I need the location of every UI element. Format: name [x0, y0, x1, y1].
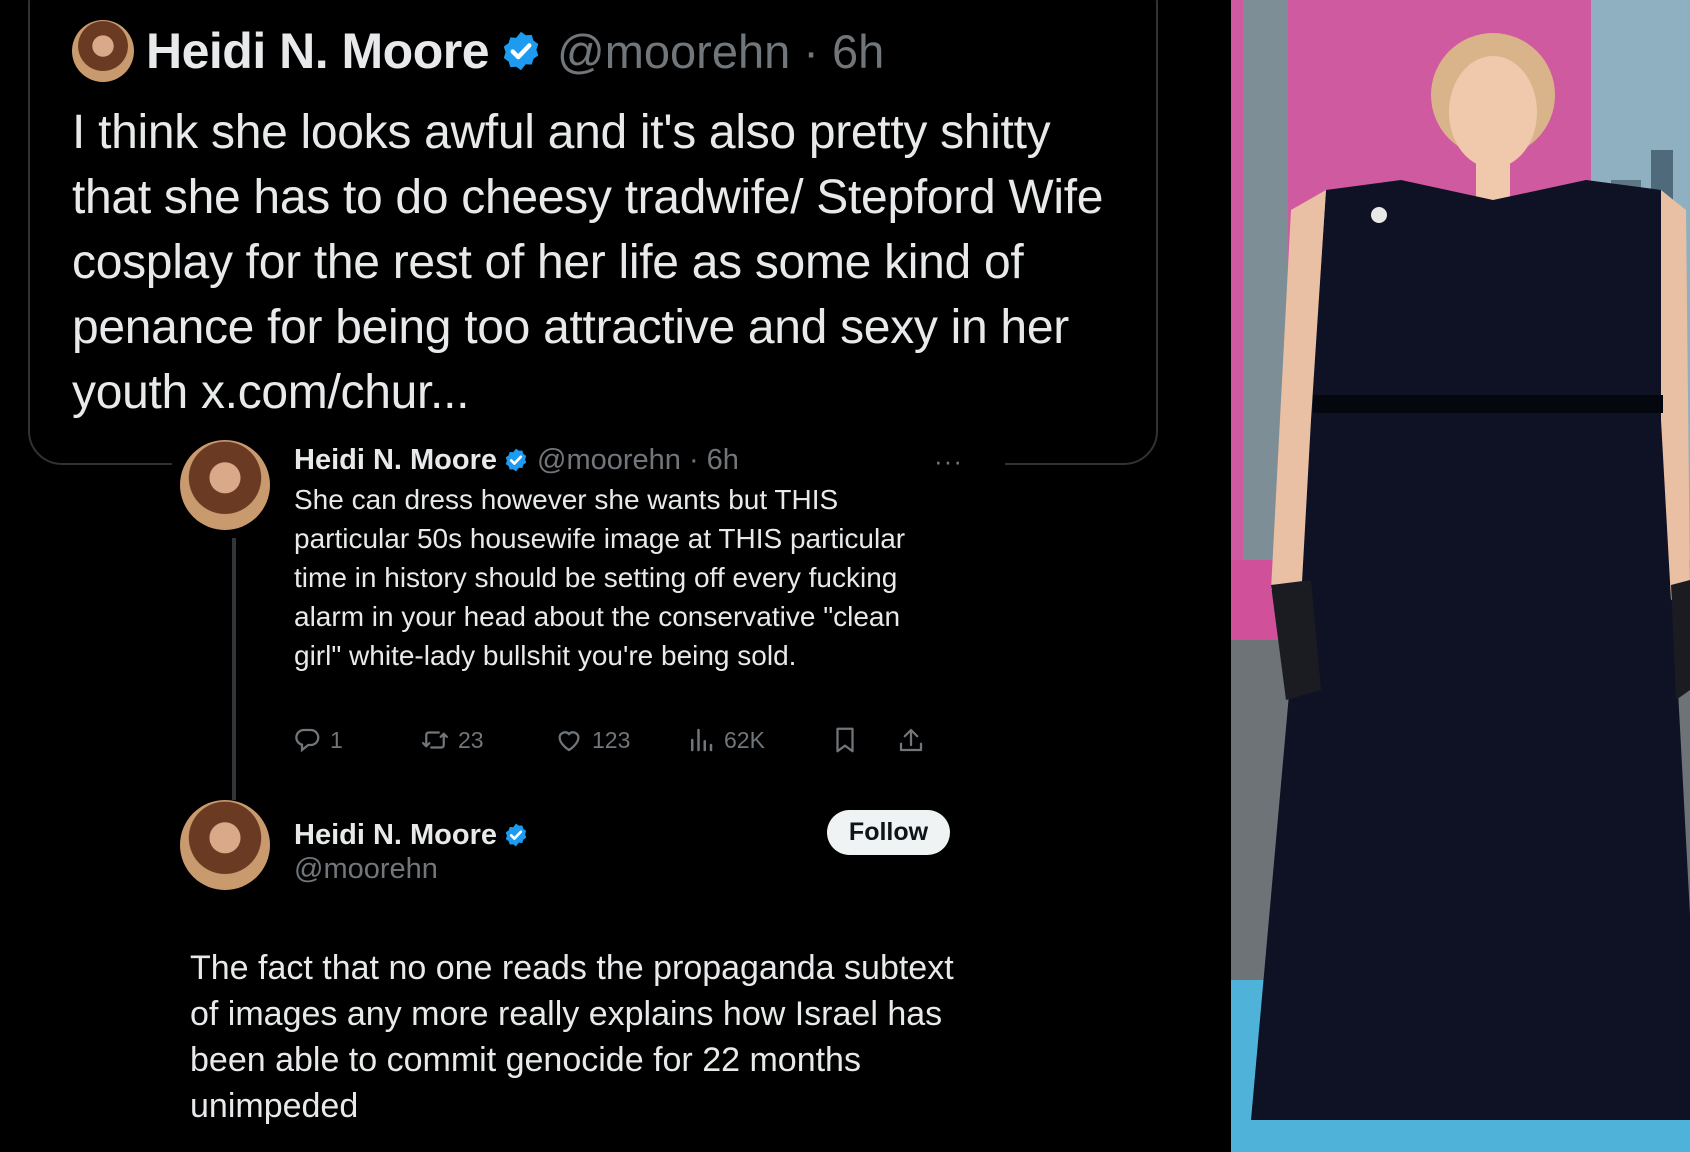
tweet-text: She can dress however she wants but THIS… — [294, 484, 906, 671]
views-count: 62K — [724, 726, 765, 753]
views-button[interactable]: 62K — [686, 725, 765, 755]
share-button[interactable] — [896, 725, 926, 755]
author-name[interactable]: Heidi N. Moore — [294, 819, 497, 852]
bookmark-icon — [836, 727, 854, 753]
photo-illustration — [1231, 0, 1690, 1152]
like-button[interactable]: 123 — [554, 725, 630, 755]
author-handle-time[interactable]: @moorehn · 6h — [557, 24, 884, 79]
author-handle[interactable]: @moorehn — [294, 853, 438, 886]
reply-icon — [295, 728, 320, 753]
avatar[interactable] — [180, 440, 270, 530]
reply-button[interactable]: 1 — [292, 725, 343, 755]
tweet-header: Heidi N. Moore — [294, 815, 529, 855]
quote-tweet-text: I think she looks awful and it's also pr… — [72, 106, 1104, 419]
author-handle-time[interactable]: @moorehn · 6h — [537, 444, 739, 477]
red-carpet-photo — [1231, 0, 1690, 1152]
tweet-header: Heidi N. Moore @moorehn · 6h — [294, 440, 739, 480]
reply-count: 1 — [330, 726, 343, 753]
author-name[interactable]: Heidi N. Moore — [294, 444, 497, 477]
like-count: 123 — [592, 726, 631, 753]
repost-count: 23 — [458, 726, 484, 753]
tweet-text: The fact that no one reads the propagand… — [190, 949, 954, 1125]
verified-badge-icon — [505, 823, 527, 847]
follow-button[interactable]: Follow — [827, 810, 950, 855]
repost-icon — [422, 731, 448, 749]
quote-tweet-header: Heidi N. Moore @moorehn · 6h — [72, 20, 884, 82]
share-icon — [899, 728, 923, 752]
tweet-actions: 1 23 123 62K — [292, 725, 972, 765]
avatar[interactable] — [180, 800, 270, 890]
author-name[interactable]: Heidi N. Moore — [146, 22, 490, 80]
thread-connector — [232, 538, 236, 800]
verified-badge-icon — [505, 448, 527, 472]
views-icon — [691, 728, 713, 752]
more-options-icon[interactable]: ··· — [934, 446, 963, 477]
verified-badge-icon — [503, 31, 539, 71]
heart-icon — [558, 731, 580, 752]
repost-button[interactable]: 23 — [420, 725, 484, 755]
bookmark-button[interactable] — [830, 725, 860, 755]
avatar[interactable] — [72, 20, 134, 82]
